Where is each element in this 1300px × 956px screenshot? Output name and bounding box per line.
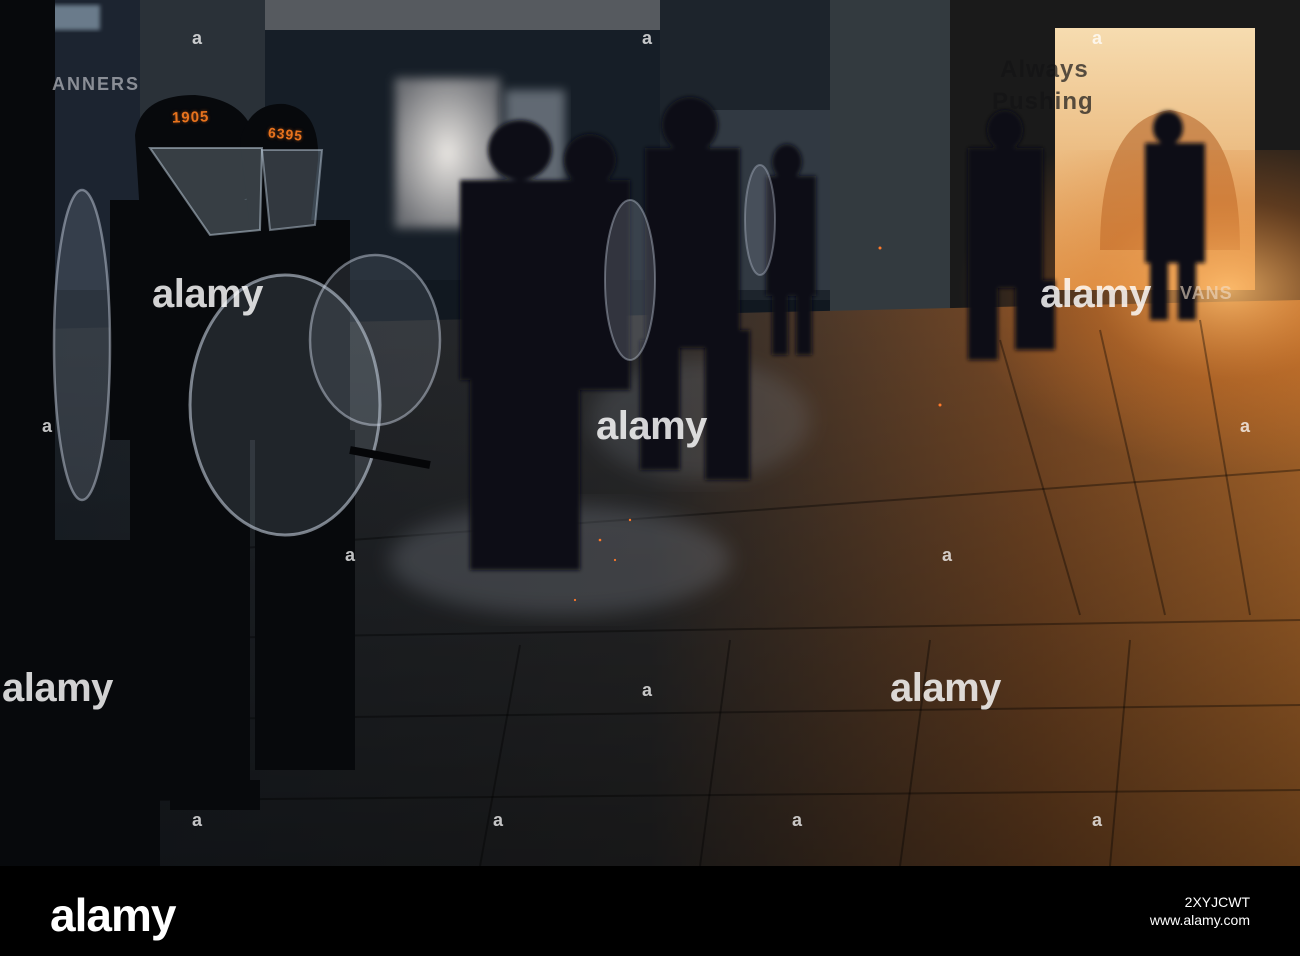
photo: 1905 6395 ANNERS Always Pushing VANS a a… xyxy=(0,0,1300,866)
watermark-5: alamy xyxy=(890,666,1001,710)
watermark-dot-7: a xyxy=(942,545,953,565)
footer-logo: alamy xyxy=(50,889,176,941)
watermark-4: alamy xyxy=(2,666,113,710)
footer-bar: alamy 2XYJCWT www.alamy.com xyxy=(0,866,1300,956)
watermark-dot-8: a xyxy=(642,680,653,700)
billboard-text-3: VANS xyxy=(1180,283,1233,303)
footer-image-info: 2XYJCWT www.alamy.com xyxy=(1150,893,1250,929)
billboard-text-2: Pushing xyxy=(992,88,1094,115)
billboard-text-1: Always xyxy=(1000,56,1089,83)
site-url: www.alamy.com xyxy=(1149,912,1250,928)
image-id: 2XYJCWT xyxy=(1184,894,1250,910)
watermark-dot-2: a xyxy=(642,28,653,48)
watermark-dot-3: a xyxy=(1092,28,1103,48)
helmet-number-1: 1905 xyxy=(171,108,210,127)
watermark-dot-9: a xyxy=(192,810,203,830)
watermark-dot-4: a xyxy=(42,416,53,436)
watermark-dot-1: a xyxy=(192,28,203,48)
watermark-dot-10: a xyxy=(493,810,504,830)
watermark-2: alamy xyxy=(1040,272,1151,316)
watermark-dot-5: a xyxy=(1240,416,1251,436)
watermark-1: alamy xyxy=(152,272,263,316)
watermark-dot-6: a xyxy=(345,545,356,565)
store-sign: ANNERS xyxy=(52,74,141,94)
watermark-3: alamy xyxy=(596,404,707,448)
watermark-dot-12: a xyxy=(1092,810,1103,830)
watermark-dot-11: a xyxy=(792,810,803,830)
